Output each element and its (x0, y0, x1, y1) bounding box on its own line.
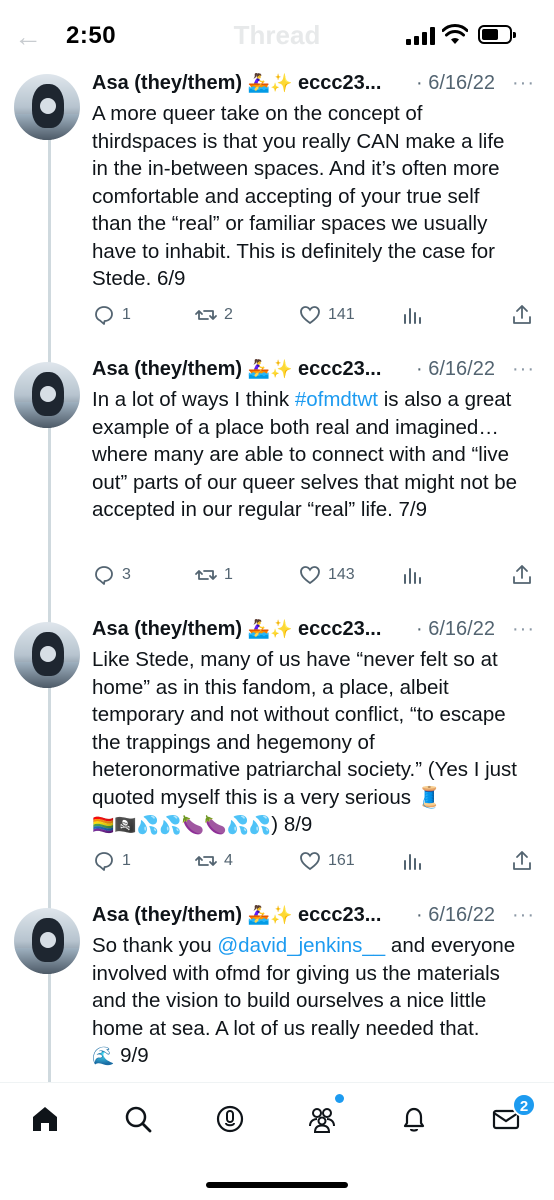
cellular-signal-icon (406, 27, 436, 45)
analytics-icon (404, 854, 421, 870)
reply-icon (95, 306, 113, 325)
retweet-button[interactable]: 2 (194, 302, 233, 328)
wave-emoji: 🌊 (92, 1046, 115, 1067)
reply-icon (95, 852, 113, 871)
messages-badge: 2 (512, 1093, 536, 1117)
status-time: 2:50 (66, 22, 117, 49)
tweet-actions: 1 2 141 (92, 302, 544, 328)
status-bar: ← Thread 2:50 (0, 0, 554, 70)
name-emoji: 🚣‍♀️✨ (247, 905, 293, 926)
battery-icon (478, 25, 516, 44)
like-button[interactable]: 161 (298, 848, 355, 874)
share-button[interactable] (510, 562, 534, 588)
more-options-icon[interactable]: ··· (512, 358, 535, 381)
reply-button[interactable]: 3 (92, 562, 131, 588)
wifi-icon (442, 24, 468, 44)
tweet-actions: 3 1 143 (92, 562, 544, 588)
views-button[interactable] (400, 848, 424, 874)
like-count: 161 (328, 852, 355, 869)
tweet-7-of-9[interactable]: Asa (they/them) 🚣‍♀️✨ eccc23... · 6/16/2… (0, 358, 554, 598)
retweet-icon (195, 310, 217, 320)
tweet-date[interactable]: · 6/16/22 (416, 72, 495, 95)
avatar[interactable] (14, 74, 80, 140)
like-count: 143 (328, 566, 355, 583)
heart-icon (300, 852, 320, 871)
search-icon (125, 1106, 152, 1133)
retweet-count: 4 (224, 852, 233, 869)
tab-notifications[interactable] (394, 1099, 434, 1139)
reply-count: 1 (122, 306, 131, 323)
user-handle[interactable]: eccc23... (298, 358, 381, 380)
reply-icon (95, 566, 113, 585)
share-icon (513, 565, 531, 584)
share-icon (513, 305, 531, 324)
user-handle[interactable]: eccc23... (298, 72, 381, 94)
spaces-icon (216, 1105, 244, 1133)
reply-button[interactable]: 1 (92, 302, 131, 328)
more-options-icon[interactable]: ··· (512, 72, 535, 95)
retweet-icon (195, 570, 217, 580)
display-name[interactable]: Asa (they/them) (92, 618, 242, 640)
tab-spaces[interactable] (210, 1099, 250, 1139)
retweet-count: 2 (224, 306, 233, 323)
tab-search[interactable] (118, 1099, 158, 1139)
display-name[interactable]: Asa (they/them) (92, 904, 242, 926)
user-handle[interactable]: eccc23... (298, 904, 381, 926)
share-button[interactable] (510, 848, 534, 874)
heart-icon (300, 566, 320, 585)
spaces-new-dot (335, 1094, 344, 1103)
avatar[interactable] (14, 362, 80, 428)
retweet-button[interactable]: 1 (194, 562, 233, 588)
communities-icon (309, 1108, 335, 1133)
tweet-date[interactable]: · 6/16/22 (416, 358, 495, 381)
display-name[interactable]: Asa (they/them) (92, 72, 242, 94)
like-button[interactable]: 141 (298, 302, 355, 328)
reply-count: 3 (122, 566, 131, 583)
name-emoji: 🚣‍♀️✨ (247, 619, 293, 640)
bell-icon (403, 1107, 425, 1132)
retweet-count: 1 (224, 566, 233, 583)
name-emoji: 🚣‍♀️✨ (247, 359, 293, 380)
user-handle[interactable]: eccc23... (298, 618, 381, 640)
tweet-text: In a lot of ways I think #ofmdtwt is als… (92, 388, 518, 521)
tweet-text: So thank you @david_jenkins__ and everyo… (92, 934, 516, 1067)
name-emoji: 🚣‍♀️✨ (247, 73, 293, 94)
reply-count: 1 (122, 852, 131, 869)
views-button[interactable] (400, 562, 424, 588)
like-count: 141 (328, 306, 355, 323)
reply-button[interactable]: 1 (92, 848, 131, 874)
tweet-9-of-9[interactable]: Asa (they/them) 🚣‍♀️✨ eccc23... · 6/16/2… (0, 904, 554, 1084)
home-icon (33, 1107, 57, 1131)
emoji-sequence: 🏳️‍🌈🏴‍☠️💦💦🍆🍆💦💦 (92, 815, 272, 836)
like-button[interactable]: 143 (298, 562, 355, 588)
retweet-icon (195, 856, 217, 866)
hashtag-link[interactable]: #ofmdtwt (295, 388, 378, 411)
tweet-6-of-9[interactable]: Asa (they/them) 🚣‍♀️✨ eccc23... · 6/16/2… (0, 72, 554, 342)
tweet-text: Like Stede, many of us have “never felt … (92, 648, 517, 836)
avatar[interactable] (14, 622, 80, 688)
tab-communities[interactable] (302, 1099, 342, 1139)
mention-link[interactable]: @david_jenkins__ (217, 934, 385, 957)
display-name[interactable]: Asa (they/them) (92, 358, 242, 380)
analytics-icon (404, 308, 421, 324)
heart-icon (300, 306, 320, 325)
views-button[interactable] (400, 302, 424, 328)
more-options-icon[interactable]: ··· (512, 618, 535, 641)
home-indicator (206, 1182, 348, 1188)
avatar[interactable] (14, 908, 80, 974)
tab-home[interactable] (25, 1099, 65, 1139)
retweet-button[interactable]: 4 (194, 848, 233, 874)
tweet-date[interactable]: · 6/16/22 (416, 618, 495, 641)
analytics-icon (404, 568, 421, 584)
share-icon (513, 851, 531, 870)
tweet-text: A more queer take on the concept of thir… (92, 102, 505, 290)
more-options-icon[interactable]: ··· (512, 904, 535, 927)
tweet-date[interactable]: · 6/16/22 (416, 904, 495, 927)
tweet-actions: 1 4 161 (92, 848, 544, 874)
tweet-8-of-9[interactable]: Asa (they/them) 🚣‍♀️✨ eccc23... · 6/16/2… (0, 618, 554, 878)
share-button[interactable] (510, 302, 534, 328)
